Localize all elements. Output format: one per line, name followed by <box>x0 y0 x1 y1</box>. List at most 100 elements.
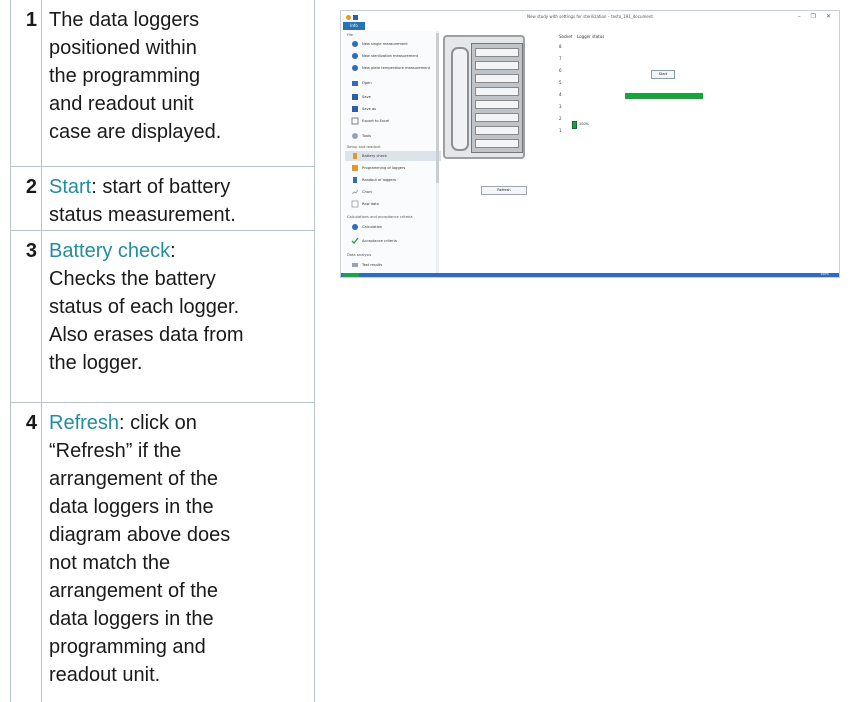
row-number: 6 <box>559 68 562 73</box>
save-icon <box>352 94 358 100</box>
sidebar-item-label: Save <box>362 95 371 99</box>
sidebar-item-label: Save as <box>362 107 377 111</box>
tab-info[interactable]: Info <box>343 22 365 30</box>
export-icon <box>351 117 359 125</box>
text-line: The data loggers <box>49 9 200 31</box>
sidebar-item-calculation[interactable]: Calculation <box>351 222 382 232</box>
sidebar-item-acceptance[interactable]: Acceptance criteria <box>351 236 397 246</box>
sidebar-item-export[interactable]: Export to Excel <box>351 116 389 126</box>
text-line: Also erases data from <box>49 324 244 346</box>
table-icon <box>351 200 359 208</box>
step-number: 3 <box>25 240 37 262</box>
programming-icon <box>352 165 358 171</box>
instruction-table: 1 The data loggers positioned within the… <box>10 0 315 702</box>
step-number: 4 <box>25 412 37 434</box>
sidebar-item-programming[interactable]: Programming of loggers <box>351 163 405 173</box>
text-line: positioned within <box>49 37 197 59</box>
gear-icon <box>352 133 358 139</box>
row-number: 2 <box>559 116 562 121</box>
sidebar-item-test-results[interactable]: Test results <box>351 260 382 270</box>
measurement-icon <box>352 53 358 59</box>
text-line: arrangement of the <box>49 468 218 490</box>
text-line: programming and <box>49 636 206 658</box>
logger-slots <box>471 43 523 153</box>
text-line: arrangement of the <box>49 580 218 602</box>
text-fragment: : click on <box>119 412 197 434</box>
sidebar-item-label: Tools <box>362 134 371 138</box>
status-bar: 100% <box>341 272 839 277</box>
start-button[interactable]: Start <box>651 70 675 79</box>
refresh-button[interactable]: Refresh <box>481 186 527 195</box>
logger-slot <box>475 61 519 70</box>
battery-level: 100% <box>579 122 590 126</box>
calculation-icon <box>352 224 358 230</box>
sidebar-item-label: Readout of loggers <box>362 178 396 182</box>
progress-bar <box>625 93 703 99</box>
battery-check-icon <box>353 153 357 159</box>
section-setup[interactable]: Setup and readout <box>347 145 380 149</box>
sidebar-item-new-plate[interactable]: New plate temperature measurement <box>351 63 430 73</box>
logger-status-header: Logger status <box>577 34 605 39</box>
sidebar-item-chart[interactable]: Chart <box>351 187 372 197</box>
text-line: case are displayed. <box>49 121 222 143</box>
sidebar-item-new-sterilization[interactable]: New sterilization measurement <box>351 51 418 61</box>
sidebar-item-open[interactable]: Open <box>351 78 372 88</box>
text-line: and readout unit <box>49 93 194 115</box>
text-line: Refresh: click on <box>49 409 306 437</box>
sidebar-item-label: Open <box>362 81 372 85</box>
battery-icon <box>572 121 577 129</box>
sidebar: File New single measurement New steriliz… <box>343 31 441 273</box>
main-panel: Socket Logger status 8 7 6 5 4 3 2 1 Sta… <box>441 31 839 273</box>
keyword-battery-check: Battery check <box>49 240 171 262</box>
measurement-icon <box>352 65 358 71</box>
section-data-analysis[interactable]: Data analysis <box>347 253 371 257</box>
open-icon <box>352 81 358 86</box>
sidebar-item-label: Raw data <box>362 202 379 206</box>
sidebar-item-battery-check[interactable]: Battery check <box>345 151 441 161</box>
scrollbar-thumb[interactable] <box>436 33 439 183</box>
sidebar-item-save-as[interactable]: Save as <box>351 104 376 114</box>
row-number: 8 <box>559 44 562 49</box>
step-text: Refresh: click on “Refresh” if the arran… <box>49 409 306 689</box>
section-calculations[interactable]: Calculations and acceptance criteria <box>347 215 413 219</box>
logger-slot <box>475 48 519 57</box>
sidebar-item-raw-data[interactable]: Raw data <box>351 199 379 209</box>
text-line: Checks the battery <box>49 268 216 290</box>
row-number: 4 <box>559 92 562 97</box>
logger-case-image <box>443 35 525 159</box>
measurement-icon <box>352 41 358 47</box>
section-file[interactable]: File <box>347 33 353 37</box>
sidebar-item-label: Battery check <box>362 154 387 158</box>
save-icon[interactable] <box>353 15 358 20</box>
sidebar-scrollbar[interactable] <box>436 31 439 273</box>
text-line: diagram above does <box>49 524 231 546</box>
step-number: 2 <box>25 176 37 198</box>
checkmark-icon <box>351 237 359 245</box>
text-line: status of each logger. <box>49 296 240 318</box>
logger-slot <box>475 126 519 135</box>
text-line: status measurement. <box>49 204 236 226</box>
text-line: data loggers in the <box>49 496 214 518</box>
sidebar-item-label: Test results <box>362 263 383 267</box>
logger-slot <box>475 87 519 96</box>
step-1: 1 The data loggers positioned within the… <box>11 0 314 160</box>
sidebar-item-label: New sterilization measurement <box>362 54 419 58</box>
logger-slot <box>475 113 519 122</box>
socket-header: Socket <box>559 34 573 39</box>
step-number: 1 <box>25 9 37 31</box>
sidebar-item-tools[interactable]: Tools <box>351 131 371 141</box>
sidebar-item-new-single[interactable]: New single measurement <box>351 39 408 49</box>
zoom-level[interactable]: 100% <box>820 272 829 276</box>
keyword-start: Start <box>49 176 92 198</box>
step-2: 2 Start: start of battery status measure… <box>11 167 314 229</box>
row-number: 3 <box>559 104 562 109</box>
quick-access-icons <box>344 13 362 20</box>
sidebar-item-label: New single measurement <box>362 42 408 46</box>
row-number: 7 <box>559 56 562 61</box>
logger-slot <box>475 74 519 83</box>
save-as-icon <box>352 106 358 112</box>
sidebar-item-readout[interactable]: Readout of loggers <box>351 175 396 185</box>
window-buttons[interactable]: – ❐ ✕ <box>798 11 835 22</box>
sidebar-item-save[interactable]: Save <box>351 92 371 102</box>
chart-icon <box>351 189 359 195</box>
